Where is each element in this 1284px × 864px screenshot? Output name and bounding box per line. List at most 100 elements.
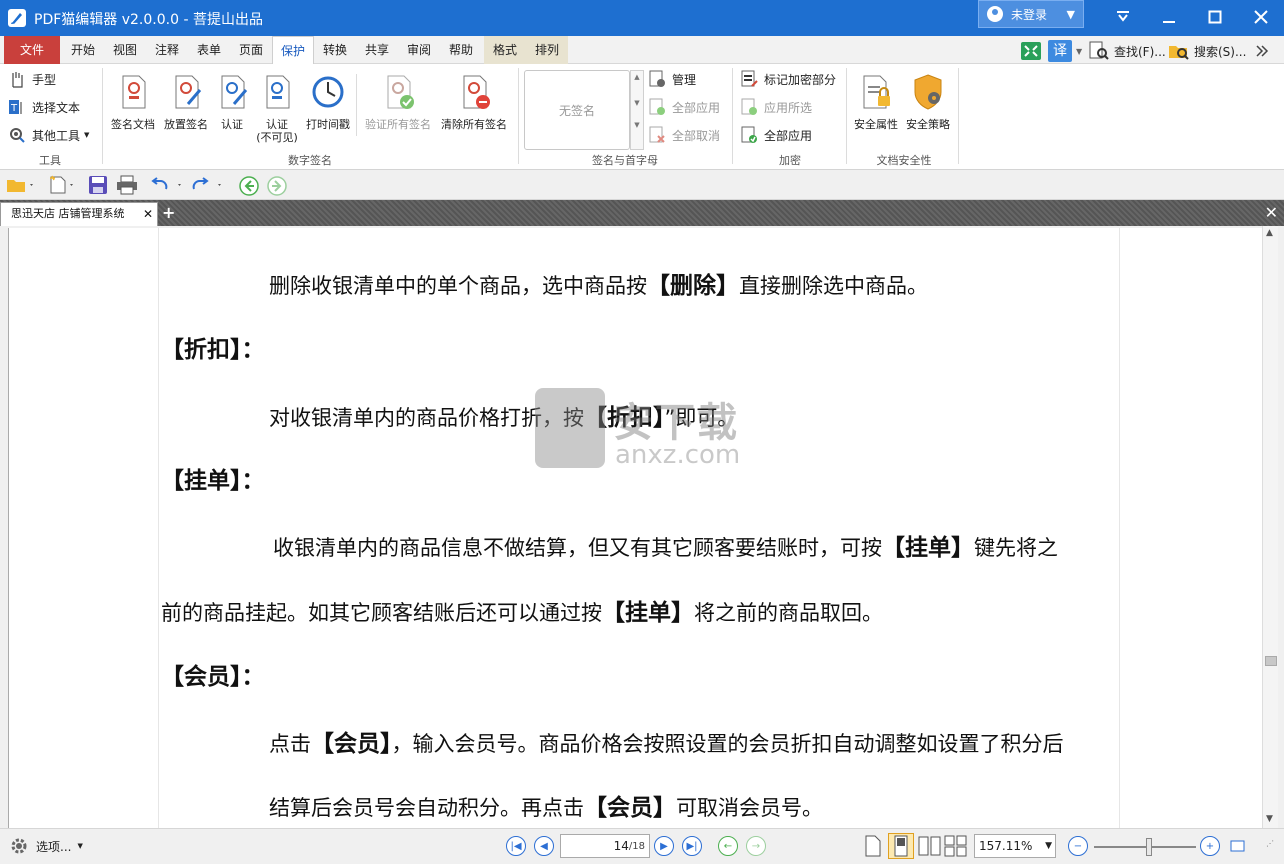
signature-scroll[interactable]: ▲ ▼ ▼ <box>630 70 644 150</box>
fullscreen-button[interactable] <box>1020 40 1042 62</box>
other-tools-button[interactable]: 其他工具 ▼ <box>8 124 89 146</box>
zoom-slider[interactable] <box>1094 838 1196 856</box>
continuous-facing-icon[interactable] <box>944 835 968 860</box>
security-properties-button[interactable]: 安全属性 <box>850 72 902 131</box>
forward-view-button[interactable]: → <box>746 836 766 856</box>
security-policy-button[interactable]: 安全策略 <box>902 72 954 131</box>
translate-button[interactable]: 译 ▼ <box>1048 40 1082 62</box>
certify-label: 认证 <box>221 118 243 131</box>
gear-icon <box>11 838 27 854</box>
mark-redaction-icon <box>741 70 758 87</box>
search-folder-icon <box>1169 46 1189 60</box>
tab-start[interactable]: 开始 <box>62 36 104 64</box>
tab-protect[interactable]: 保护 <box>272 36 314 65</box>
options-button[interactable]: 选项... ▼ <box>8 835 83 857</box>
tab-share[interactable]: 共享 <box>356 36 398 64</box>
text-select-icon: T <box>9 100 22 114</box>
close-tab-icon[interactable]: ✕ <box>143 203 153 225</box>
certify-button[interactable]: 认证 <box>212 72 252 131</box>
fit-width-icon[interactable] <box>1230 838 1246 857</box>
sign-document-button[interactable]: 签名文档 <box>106 72 160 131</box>
new-tab-button[interactable]: + <box>162 203 178 223</box>
facing-pages-icon[interactable] <box>918 835 942 860</box>
vertical-scrollbar[interactable]: ▲ ▼ <box>1262 226 1278 828</box>
tab-format[interactable]: 格式 <box>484 36 526 64</box>
window-title: PDF猫编辑器 v2.0.0.0 - 菩提山出品 <box>34 12 263 28</box>
search-button[interactable]: 搜索(S)... <box>1168 40 1246 62</box>
new-document-icon[interactable] <box>48 175 73 195</box>
tab-arrange[interactable]: 排列 <box>526 36 568 64</box>
paragraph-member-1: 点击【会员】，输入会员号。商品价格会按照设置的会员折扣自动调整如设置了积分后 <box>269 731 1064 757</box>
timestamp-button[interactable]: 打时间戳 <box>302 72 354 131</box>
select-text-button[interactable]: T 选择文本 <box>8 96 80 118</box>
gear-search-icon <box>10 128 25 143</box>
tab-form[interactable]: 表单 <box>188 36 230 64</box>
close-button[interactable] <box>1238 0 1284 34</box>
hand-tool-button[interactable]: 手型 <box>8 68 56 90</box>
hand-tool-label: 手型 <box>32 72 57 87</box>
prev-page-button[interactable]: ◀ <box>534 836 554 856</box>
group-divider <box>518 68 519 164</box>
zoom-select[interactable]: 157.11% ▼ <box>974 834 1056 858</box>
document-tab[interactable]: 思迅天店 店铺管理系统 ✕ <box>0 202 158 226</box>
tab-annotate[interactable]: 注释 <box>146 36 188 64</box>
back-icon[interactable] <box>238 175 259 196</box>
print-icon[interactable] <box>116 175 137 195</box>
next-page-button[interactable]: ▶ <box>654 836 674 856</box>
heading-hold: 【挂单】： <box>161 468 265 494</box>
redaction-apply-all-button[interactable]: 全部应用 <box>740 124 812 146</box>
clear-all-label: 清除所有签名 <box>441 118 507 131</box>
manage-button[interactable]: 管理 <box>648 68 696 90</box>
place-signature-button[interactable]: 放置签名 <box>160 72 212 131</box>
ribbon-toggle-button[interactable] <box>1100 0 1146 34</box>
manage-label: 管理 <box>672 72 697 87</box>
certify-invisible-button[interactable]: 认证 (不可见) <box>252 72 302 144</box>
open-folder-icon[interactable] <box>6 175 33 195</box>
document-viewer[interactable]: 删除收银清单中的单个商品，选中商品按【删除】直接删除选中商品。 【折扣】： 对收… <box>0 226 1284 828</box>
last-page-button[interactable]: ▶| <box>682 836 702 856</box>
find-button[interactable]: 查找(F)... <box>1088 40 1166 62</box>
save-icon[interactable] <box>88 175 108 195</box>
login-button[interactable]: 未登录 ▼ <box>978 0 1084 28</box>
apply-selected-icon <box>741 98 757 115</box>
zoom-out-button[interactable]: − <box>1068 836 1088 856</box>
verify-all-signatures-button[interactable]: 验证所有签名 <box>360 72 436 131</box>
mark-redaction-button[interactable]: 标记加密部分 <box>740 68 836 90</box>
apply-selected-button[interactable]: 应用所选 <box>740 96 812 118</box>
back-view-button[interactable]: ← <box>718 836 738 856</box>
document-page: 删除收银清单中的单个商品，选中商品按【删除】直接删除选中商品。 【折扣】： 对收… <box>8 228 1262 828</box>
single-page-icon[interactable] <box>864 835 882 860</box>
apply-all-icon <box>741 126 757 143</box>
more-button[interactable] <box>1254 40 1270 62</box>
scroll-down-icon[interactable]: ▼ <box>1266 814 1273 824</box>
zoom-slider-handle[interactable] <box>1146 838 1152 856</box>
page-number-input[interactable]: 14/18 <box>560 834 650 858</box>
initials-cancel-all-button[interactable]: 全部取消 <box>648 124 720 146</box>
tab-review[interactable]: 审阅 <box>398 36 440 64</box>
tab-page[interactable]: 页面 <box>230 36 272 64</box>
first-page-button[interactable]: |◀ <box>506 836 526 856</box>
maximize-button[interactable] <box>1192 0 1238 34</box>
continuous-page-icon[interactable] <box>888 833 914 859</box>
initials-apply-all-button[interactable]: 全部应用 <box>648 96 720 118</box>
security-policy-label: 安全策略 <box>906 118 950 131</box>
tab-help[interactable]: 帮助 <box>440 36 482 64</box>
clear-all-signatures-button[interactable]: 清除所有签名 <box>436 72 512 131</box>
undo-icon[interactable] <box>150 175 181 195</box>
menu-file[interactable]: 文件 <box>4 36 60 64</box>
redo-icon[interactable] <box>190 175 221 195</box>
scroll-thumb[interactable] <box>1265 656 1277 666</box>
find-label: 查找(F)... <box>1114 44 1166 59</box>
tab-convert[interactable]: 转换 <box>314 36 356 64</box>
minimize-button[interactable] <box>1146 0 1192 34</box>
scroll-up-icon[interactable]: ▲ <box>1266 228 1273 238</box>
tab-view[interactable]: 视图 <box>104 36 146 64</box>
verify-signature-icon <box>387 75 414 109</box>
other-tools-label: 其他工具 <box>32 128 81 143</box>
zoom-in-button[interactable]: + <box>1200 836 1220 856</box>
no-signature-label: 无签名 <box>558 103 595 118</box>
close-all-tabs-icon[interactable]: ✕ <box>1265 203 1278 222</box>
forward-icon[interactable] <box>266 175 287 196</box>
signature-preview[interactable]: 无签名 <box>524 70 630 150</box>
divider <box>356 74 357 136</box>
